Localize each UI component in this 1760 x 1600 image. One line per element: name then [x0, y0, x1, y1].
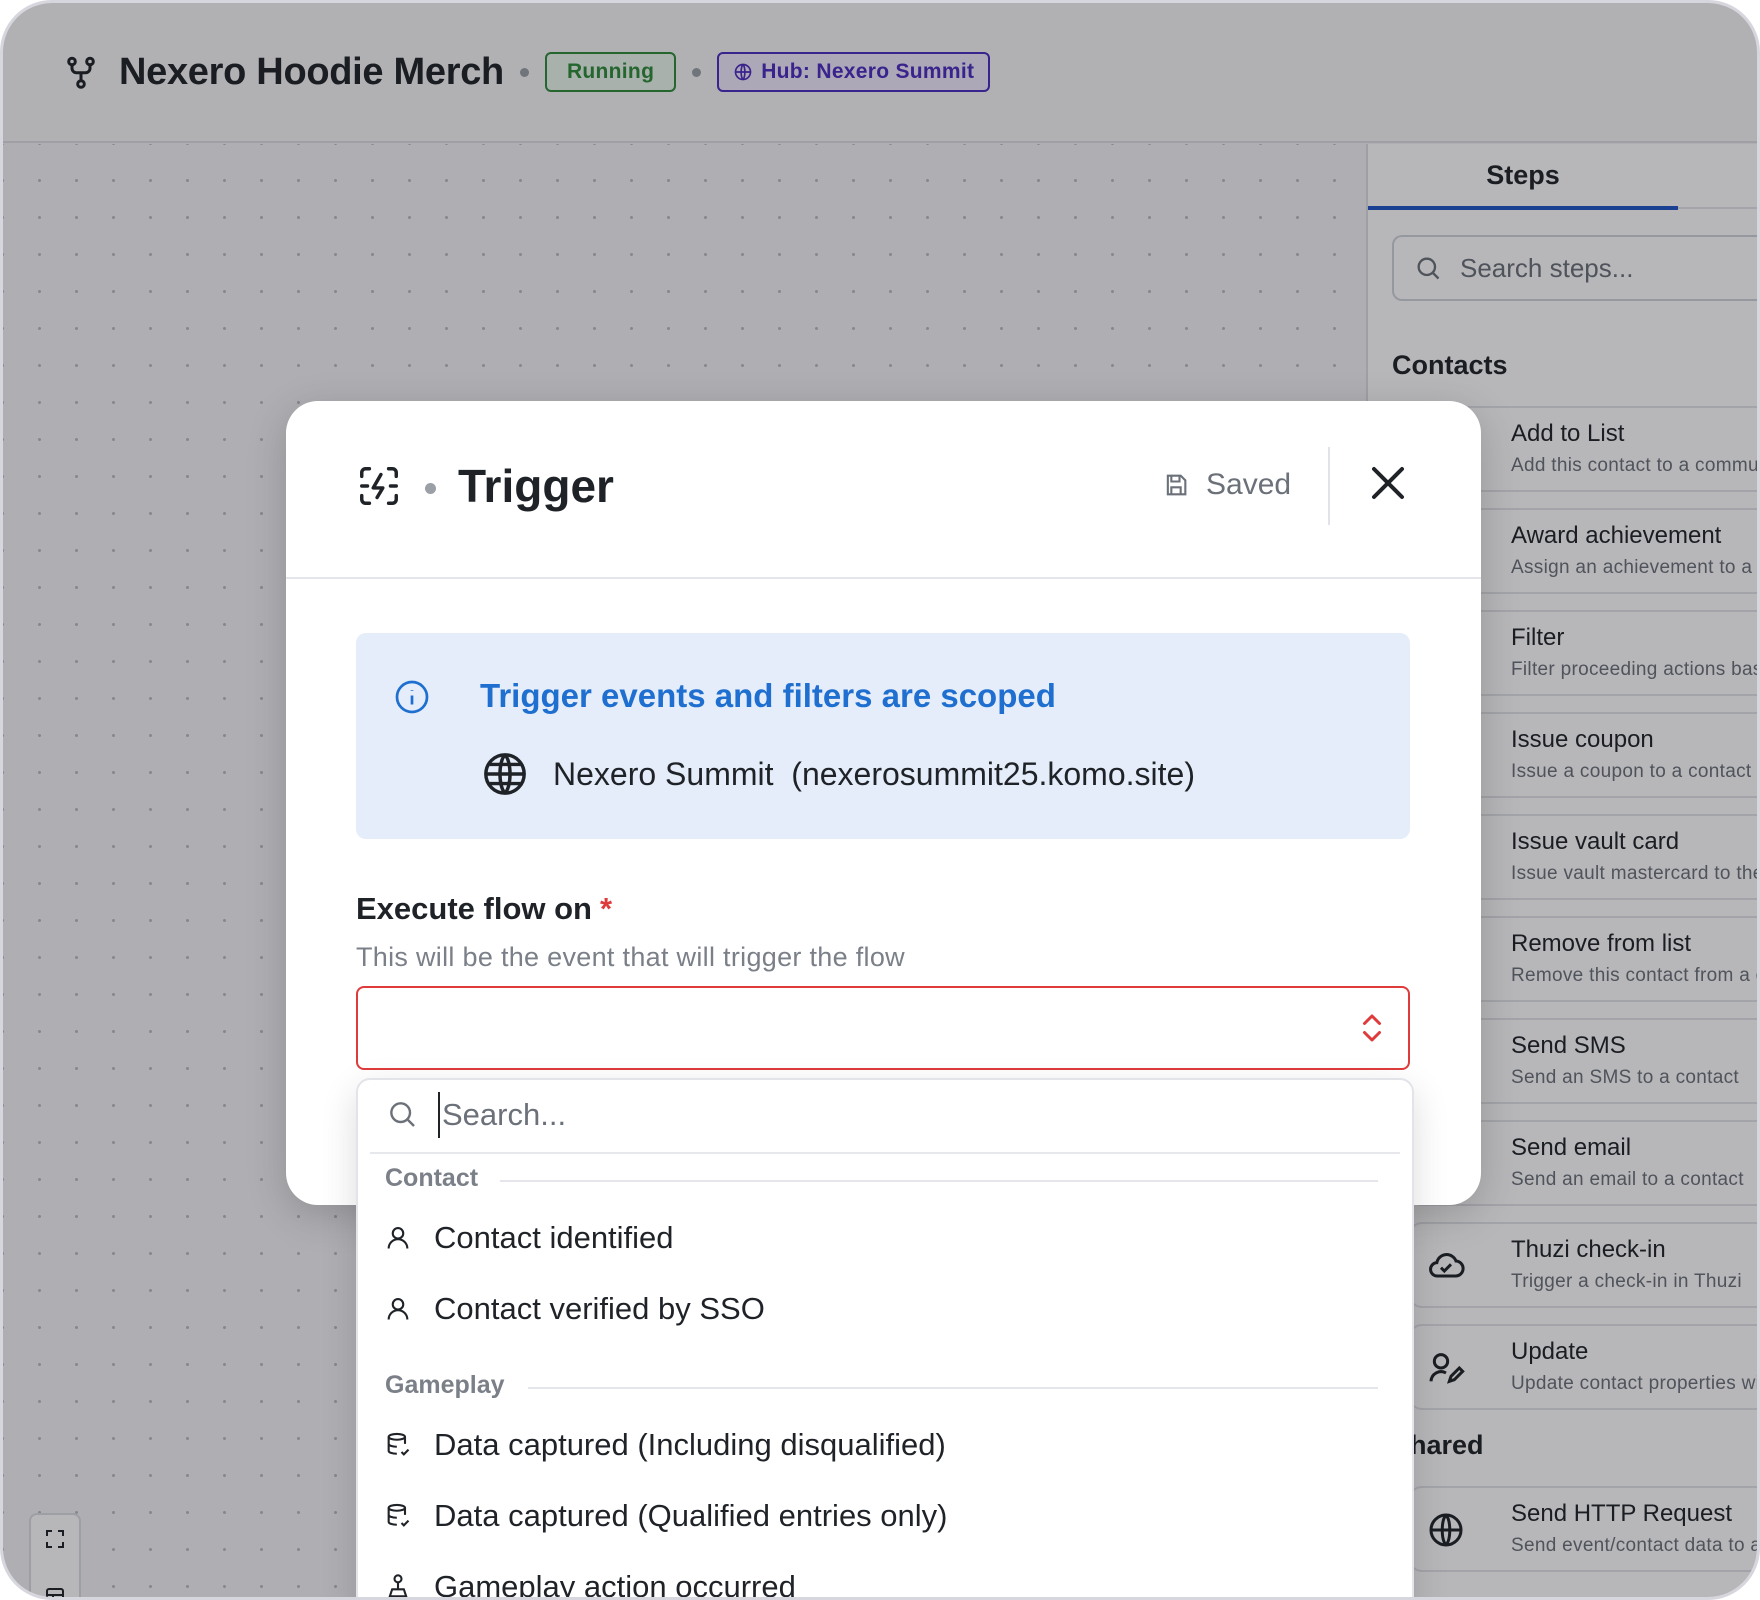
execute-flow-select[interactable] [356, 986, 1410, 1070]
option-gameplay-action-occurred[interactable]: Gameplay action occurred [358, 1554, 1412, 1600]
database-check-icon [387, 1432, 410, 1456]
option-label: Contact identified [434, 1220, 674, 1255]
option-contact-verified-sso[interactable]: Contact verified by SSO [358, 1276, 1412, 1342]
user-icon [387, 1298, 409, 1320]
gameplay-icon [388, 1574, 408, 1597]
trigger-icon [360, 467, 398, 505]
option-label: Gameplay action occurred [434, 1569, 796, 1600]
dropdown-search-input[interactable] [438, 1092, 1242, 1138]
field-label-text: Execute flow on [356, 891, 592, 926]
scoped-site: Nexero Summit (nexerosummit25.komo.site) [553, 756, 1195, 792]
modal-title: Trigger [458, 460, 614, 512]
header-divider [1328, 447, 1330, 525]
info-title: Trigger events and filters are scoped [480, 677, 1056, 714]
group-divider [528, 1387, 1378, 1389]
required-mark: * [599, 891, 613, 926]
dropdown-search [370, 1080, 1400, 1154]
option-data-captured-including-disqualified[interactable]: Data captured (Including disqualified) [358, 1412, 1412, 1478]
separator-dot [425, 483, 436, 494]
chevron-up-down-icon [1363, 1014, 1381, 1042]
option-data-captured-qualified-only[interactable]: Data captured (Qualified entries only) [358, 1483, 1412, 1549]
event-dropdown: Contact Contact identified Contact verif… [356, 1078, 1414, 1600]
modal-header: Trigger Saved [286, 401, 1481, 579]
close-icon[interactable] [1364, 459, 1412, 507]
group-label-gameplay: Gameplay [385, 1371, 505, 1399]
execute-flow-label: Execute flow on * [356, 891, 612, 927]
group-divider [500, 1180, 1378, 1182]
info-icon [395, 680, 429, 714]
globe-icon [484, 753, 526, 795]
saved-indicator: Saved [1162, 468, 1291, 502]
database-check-icon [387, 1503, 410, 1527]
option-contact-identified[interactable]: Contact identified [358, 1205, 1412, 1271]
field-help-text: This will be the event that will trigger… [356, 942, 905, 972]
option-label: Contact verified by SSO [434, 1291, 765, 1326]
option-label: Data captured (Qualified entries only) [434, 1498, 948, 1533]
option-label: Data captured (Including disqualified) [434, 1427, 946, 1462]
search-icon [390, 1102, 415, 1127]
save-icon [1166, 474, 1187, 496]
saved-label: Saved [1206, 468, 1292, 501]
group-label-contact: Contact [385, 1164, 479, 1192]
user-icon [387, 1227, 409, 1249]
scope-info-box: Trigger events and filters are scoped Ne… [356, 633, 1410, 839]
app-window: Nexero Hoodie Merch Running Hub: Nexero … [0, 0, 1760, 1600]
